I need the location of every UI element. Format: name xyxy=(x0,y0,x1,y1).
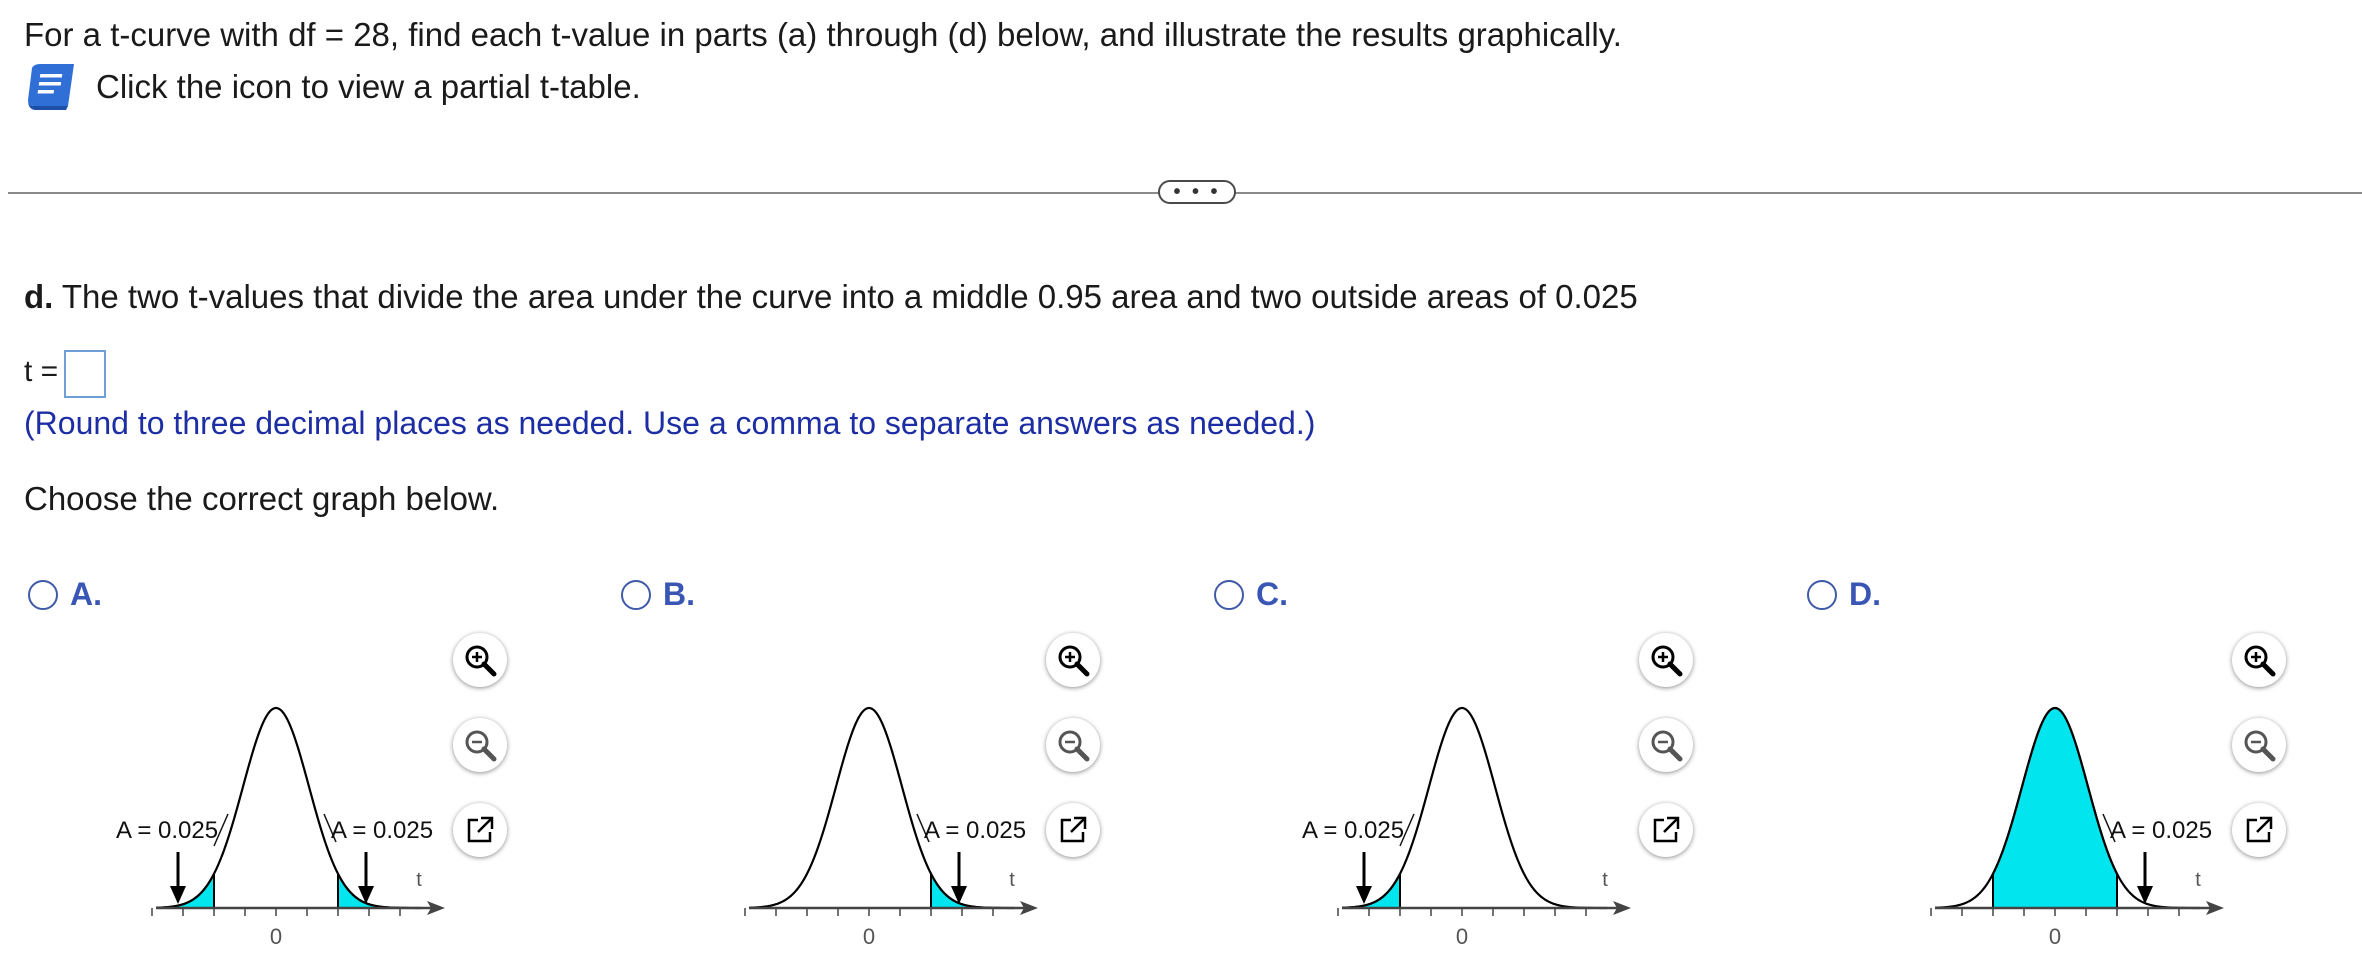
graph-b: 0 t A = 0.025 xyxy=(703,660,1053,955)
middle-region xyxy=(1992,706,2118,909)
zoom-in-icon xyxy=(2242,643,2276,677)
option-a-label: A. xyxy=(70,576,102,612)
option-a[interactable]: A. xyxy=(28,576,102,613)
left-arrow-head xyxy=(1356,886,1372,904)
radio-d[interactable] xyxy=(1807,579,1837,610)
graph-a-external-link-button[interactable] xyxy=(453,803,507,857)
zoom-out-icon xyxy=(463,728,497,762)
graph-b-zoom-in-button[interactable] xyxy=(1046,633,1100,687)
zoom-out-icon xyxy=(2242,728,2276,762)
zoom-in-icon xyxy=(1056,643,1090,677)
zoom-in-icon xyxy=(1649,643,1683,677)
left-area-label: A = 0.025 xyxy=(116,817,218,844)
graph-b-figure: 0 t A = 0.025 xyxy=(744,706,1038,949)
left-area-label: A = 0.025 xyxy=(1302,817,1404,844)
option-c[interactable]: C. xyxy=(1214,576,1288,613)
axis-zero-label: 0 xyxy=(2049,924,2061,949)
external-link-icon xyxy=(464,814,496,846)
right-area-label: A = 0.025 xyxy=(331,817,433,844)
graph-b-zoom-out-button[interactable] xyxy=(1046,718,1100,772)
axis-variable-label: t xyxy=(416,869,422,891)
axis-zero-label: 0 xyxy=(270,924,282,949)
left-arrow-head xyxy=(170,886,186,904)
radio-a[interactable] xyxy=(28,579,58,610)
graph-d-figure: 0 t A = 0.025 xyxy=(1930,706,2224,949)
radio-c[interactable] xyxy=(1214,579,1244,610)
radio-b[interactable] xyxy=(621,579,651,610)
graph-d: 0 t A = 0.025 xyxy=(1889,660,2239,955)
external-link-icon xyxy=(1650,814,1682,846)
graph-d-zoom-out-button[interactable] xyxy=(2232,718,2286,772)
zoom-out-icon xyxy=(1056,728,1090,762)
option-d[interactable]: D. xyxy=(1807,576,1881,613)
graph-b-external-link-button[interactable] xyxy=(1046,803,1100,857)
option-c-label: C. xyxy=(1256,576,1288,612)
zoom-in-icon xyxy=(463,643,497,677)
graph-c-figure: 0 t A = 0.025 xyxy=(1302,706,1631,949)
part-d-prompt: d. The two t-values that divide the area… xyxy=(24,278,1638,316)
choose-graph-instruction: Choose the correct graph below. xyxy=(24,480,500,517)
expand-button[interactable]: • • • xyxy=(1158,180,1236,204)
graph-c-external-link-button[interactable] xyxy=(1639,803,1693,857)
axis-variable-label: t xyxy=(1009,869,1015,891)
book-icon[interactable] xyxy=(24,62,78,112)
option-b-label: B. xyxy=(663,576,695,612)
graph-a-zoom-out-button[interactable] xyxy=(453,718,507,772)
external-link-icon xyxy=(2243,814,2275,846)
answer-prefix: t = xyxy=(24,355,59,388)
external-link-icon xyxy=(1057,814,1089,846)
part-d-letter: d. xyxy=(24,278,54,315)
t-table-link[interactable]: Click the icon to view a partial t-table… xyxy=(96,68,641,106)
right-area-label: A = 0.025 xyxy=(924,817,1026,844)
axis-variable-label: t xyxy=(2195,869,2201,891)
graph-c: 0 t A = 0.025 xyxy=(1296,660,1646,955)
graph-a-figure: 0 t A = 0.025 A = 0.025 xyxy=(116,706,445,949)
axis-zero-label: 0 xyxy=(1456,924,1468,949)
zoom-out-icon xyxy=(1649,728,1683,762)
part-d-text: The two t-values that divide the area un… xyxy=(53,278,1638,315)
right-area-label: A = 0.025 xyxy=(2110,817,2212,844)
t-answer-input[interactable] xyxy=(64,350,106,398)
graph-a-zoom-in-button[interactable] xyxy=(453,633,507,687)
t-curve xyxy=(1341,706,1607,910)
t-curve xyxy=(748,706,1014,910)
question-text: For a t-curve with df = 28, find each t-… xyxy=(24,16,1622,53)
t-curve xyxy=(155,706,421,910)
option-d-label: D. xyxy=(1849,576,1881,612)
rounding-note: (Round to three decimal places as needed… xyxy=(24,405,1316,441)
graph-a: 0 t A = 0.025 A = 0.025 xyxy=(110,660,460,955)
option-b[interactable]: B. xyxy=(621,576,695,613)
axis-variable-label: t xyxy=(1602,869,1608,891)
graph-d-zoom-in-button[interactable] xyxy=(2232,633,2286,687)
graph-c-zoom-out-button[interactable] xyxy=(1639,718,1693,772)
axis-zero-label: 0 xyxy=(863,924,875,949)
graph-d-external-link-button[interactable] xyxy=(2232,803,2286,857)
graph-c-zoom-in-button[interactable] xyxy=(1639,633,1693,687)
